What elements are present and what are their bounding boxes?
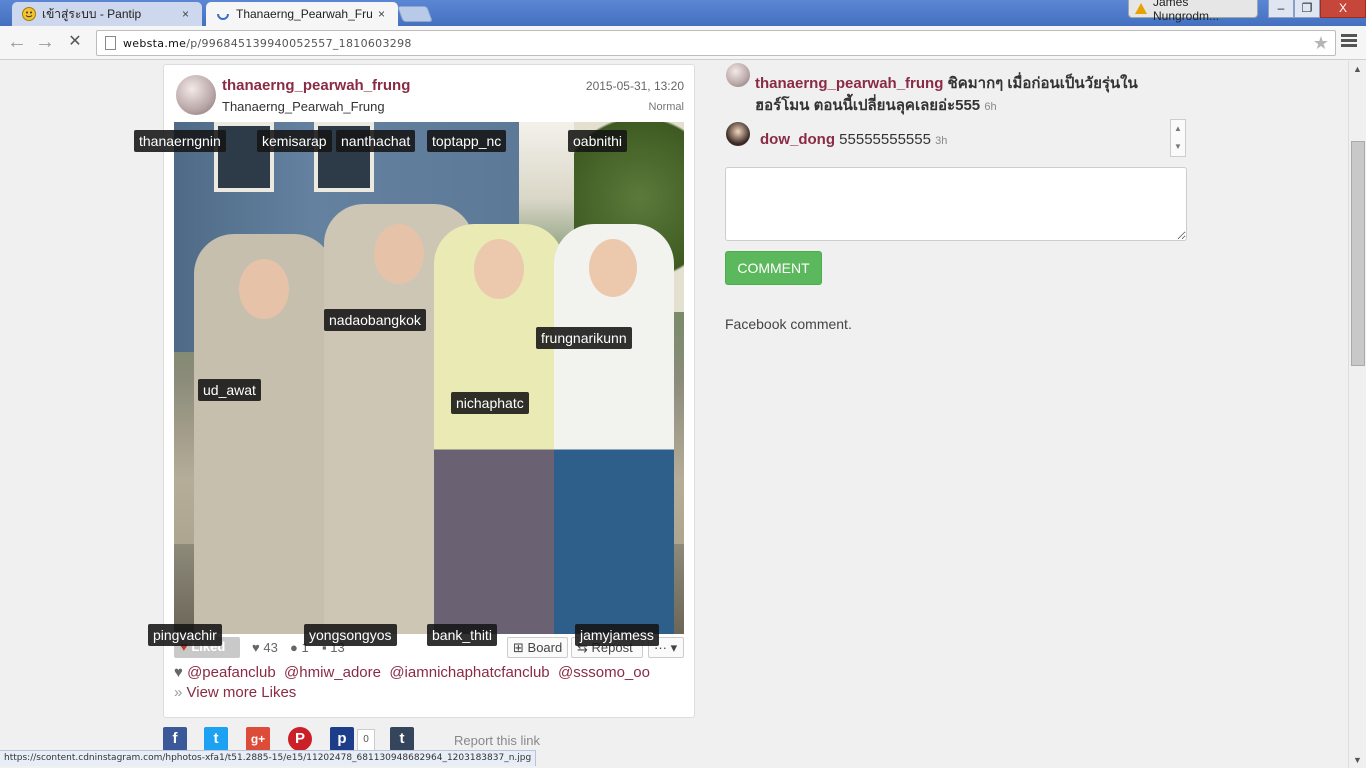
profile-name: James Nungrodm...	[1153, 0, 1220, 23]
page-content: thanaerng_pearwah_frung Thanaerng_Pearwa…	[0, 61, 1348, 768]
photo-user-tag[interactable]: jamyjamess	[575, 624, 659, 646]
liker-link[interactable]: @hmiw_adore	[284, 664, 381, 681]
comment-button[interactable]: COMMENT	[725, 251, 822, 285]
report-link[interactable]: Report this link	[454, 733, 540, 748]
new-tab-button[interactable]	[397, 6, 433, 22]
warning-icon	[1135, 3, 1147, 14]
liker-link[interactable]: @peafanclub	[187, 664, 276, 681]
post-fullname: Thanaerng_Pearwah_Frung	[222, 99, 385, 114]
browser-titlebar: เข้าสู่ระบบ - Pantip × Thanaerng_Pearwah…	[0, 0, 1366, 26]
profile-button[interactable]: James Nungrodm...	[1128, 0, 1258, 23]
forward-button[interactable]: →	[34, 32, 56, 54]
post-username[interactable]: thanaerng_pearwah_frung	[222, 77, 410, 94]
page-scrollbar[interactable]: ▲ ▼	[1348, 61, 1366, 768]
comments-scrollbar[interactable]: ▲ ▼	[1170, 119, 1186, 157]
page-icon	[105, 36, 116, 50]
photo-user-tag[interactable]: frungnarikunn	[536, 327, 632, 349]
plus-icon: ⊞	[513, 640, 524, 655]
photo-user-tag[interactable]: kemisarap	[257, 130, 332, 152]
arrow-down-icon[interactable]: ▼	[1171, 138, 1185, 156]
photo-user-tag[interactable]: bank_thiti	[427, 624, 497, 646]
tab-close-icon[interactable]: ×	[378, 7, 390, 21]
tab-close-icon[interactable]: ×	[182, 7, 194, 21]
photo-person	[554, 224, 674, 634]
tumblr-share-icon[interactable]: t	[390, 727, 414, 751]
view-more-likes-link[interactable]: » View more Likes	[174, 684, 296, 701]
post-photo[interactable]	[174, 122, 684, 634]
arrow-up-icon[interactable]: ▲	[1171, 120, 1185, 138]
photo-user-tag[interactable]: nanthachat	[336, 130, 416, 152]
avatar[interactable]	[176, 75, 216, 115]
stop-button[interactable]: ✕	[64, 32, 86, 54]
photo-person	[194, 234, 334, 634]
comment-time: 3h	[935, 135, 948, 147]
comment-icon: ●	[290, 640, 298, 655]
avatar[interactable]	[726, 122, 750, 146]
tab-title: เข้าสู่ระบบ - Pantip	[42, 6, 142, 21]
facebook-comment-label: Facebook comment.	[725, 316, 852, 332]
comment-username[interactable]: dow_dong	[760, 131, 835, 148]
arrow-up-icon[interactable]: ▲	[1353, 64, 1362, 74]
url-text: websta.me/p/996845139940052557_181060329…	[123, 37, 412, 50]
scrollbar-thumb[interactable]	[1351, 141, 1365, 366]
bookmark-star-icon[interactable]: ★	[1313, 33, 1329, 54]
board-button[interactable]: ⊞ Board	[507, 637, 569, 658]
arrow-down-icon[interactable]: ▼	[1353, 755, 1362, 765]
photo-user-tag[interactable]: thanaerngnin	[134, 130, 226, 152]
photo-user-tag[interactable]: oabnithi	[568, 130, 628, 152]
avatar[interactable]	[726, 63, 750, 87]
google-plus-share-icon[interactable]: g+	[246, 727, 270, 751]
maximize-button[interactable]: ❐	[1294, 0, 1320, 18]
status-url: https://scontent.cdninstagram.com/hphoto…	[0, 750, 537, 766]
heart-icon: ♥	[174, 664, 183, 681]
facebook-share-icon[interactable]: f	[163, 727, 187, 751]
pinterest-share-icon[interactable]: P	[288, 727, 312, 751]
minimize-button[interactable]: –	[1268, 0, 1294, 18]
tab-websta[interactable]: Thanaerng_Pearwah_Frui ×	[206, 2, 398, 26]
tab-pantip[interactable]: เข้าสู่ระบบ - Pantip ×	[12, 2, 202, 26]
photo-user-tag[interactable]: nadaobangkok	[324, 309, 426, 331]
caret-down-icon: ▾	[670, 640, 678, 655]
liker-link[interactable]: @iamnichaphatcfanclub	[389, 664, 549, 681]
comment-text: 55555555555	[839, 131, 931, 148]
address-bar[interactable]: websta.me/p/996845139940052557_181060329…	[96, 30, 1336, 56]
browser-toolbar: ← → ✕ websta.me/p/996845139940052557_181…	[0, 26, 1366, 60]
pinterest-button[interactable]: p	[330, 727, 354, 751]
heart-icon: ♥	[252, 640, 260, 655]
pin-count: 0	[357, 729, 375, 751]
twitter-share-icon[interactable]: t	[204, 727, 228, 751]
comment-time: 6h	[984, 101, 997, 113]
likes-count: ♥ 43	[252, 640, 278, 655]
comment-reply: dow_dong 55555555555 3h	[760, 131, 947, 148]
photo-user-tag[interactable]: yongsongyos	[304, 624, 397, 646]
comment-main: thanaerng_pearwah_frung ชิคมากๆ เมื่อก่อ…	[755, 73, 1175, 118]
comment-username[interactable]: thanaerng_pearwah_frung	[755, 75, 943, 92]
photo-user-tag[interactable]: toptapp_nc	[427, 130, 507, 152]
smiley-icon	[22, 7, 36, 21]
comment-input[interactable]	[725, 167, 1187, 241]
photo-person	[434, 224, 564, 634]
photo-user-tag[interactable]: pingvachir	[148, 624, 222, 646]
photo-user-tag[interactable]: nichaphatc	[451, 392, 529, 414]
post-card: thanaerng_pearwah_frung Thanaerng_Pearwa…	[134, 64, 695, 718]
chrome-menu-icon[interactable]	[1341, 34, 1357, 50]
post-filter: Normal	[648, 101, 684, 113]
double-chevron-icon: »	[174, 684, 183, 701]
photo-user-tag[interactable]: ud_awat	[198, 379, 261, 401]
tab-title: Thanaerng_Pearwah_Frui	[236, 7, 372, 21]
loading-spinner-icon	[217, 13, 229, 20]
liked-by-list: ♥ @peafanclub @hmiw_adore @iamnichaphatc…	[174, 663, 684, 703]
close-window-button[interactable]: X	[1320, 0, 1366, 18]
post-date: 2015-05-31, 13:20	[585, 79, 684, 93]
liker-link[interactable]: @sssomo_oo	[558, 664, 650, 681]
back-button[interactable]: ←	[6, 32, 28, 54]
